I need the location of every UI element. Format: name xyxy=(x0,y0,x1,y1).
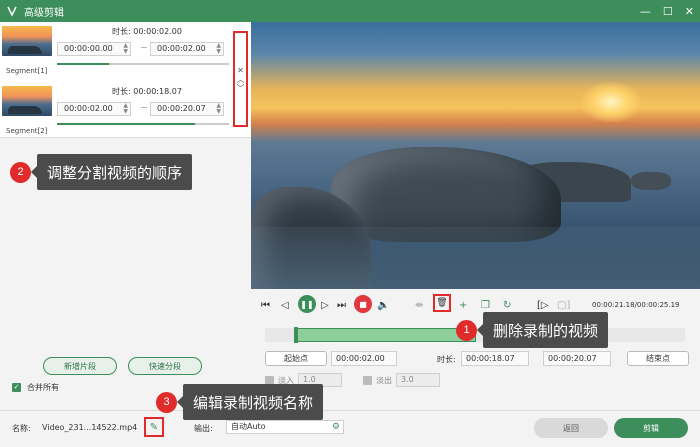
scene-water xyxy=(251,227,700,289)
segment-progress xyxy=(57,63,229,65)
range-row: 起始点 00:00:02.00 时长: 00:00:18.07 00:00:20… xyxy=(265,351,689,367)
segment-start-field[interactable]: 00:00:00.00 ▲ ▼ xyxy=(57,42,131,56)
segment-duration: 时长: 00:00:18.07 xyxy=(112,87,182,96)
segment-item[interactable]: Segment[1] 时长: 00:00:02.00 00:00:00.00 ▲ ▼… xyxy=(0,22,232,80)
merge-all-label: 合并所有 xyxy=(27,383,59,392)
callout-number: 2 xyxy=(10,161,31,183)
playback-timecode: 00:00:21.18/00:00:25.19 xyxy=(592,301,680,309)
merge-all-option[interactable]: ✓ 合并所有 xyxy=(12,382,59,393)
end-point-button[interactable]: 结束点 xyxy=(627,351,689,366)
fade-out-field[interactable]: 3.0 xyxy=(396,373,440,387)
skip-start-icon[interactable]: ⏮ xyxy=(261,297,270,313)
play-pause-button[interactable]: ❚❚ xyxy=(298,295,316,313)
segment-item[interactable]: Segment[2] 时长: 00:00:18.07 00:00:02.00 ▲ ▼… xyxy=(0,82,232,140)
fade-out-option[interactable]: 淡出 3.0 xyxy=(363,373,440,387)
range-duration-label: 时长: xyxy=(437,355,456,364)
title-bar: 高级剪辑 — ☐ ✕ xyxy=(0,0,700,22)
remove-segment-icon[interactable]: ✕ xyxy=(237,66,244,75)
end-time-field[interactable]: 00:00:20.07 xyxy=(543,351,611,366)
fade-out-checkbox[interactable] xyxy=(363,375,372,385)
callout-number: 3 xyxy=(156,391,177,413)
add-icon[interactable]: + xyxy=(459,297,467,313)
callout-rename: 3 编辑录制视频名称 xyxy=(156,384,324,420)
copy-icon[interactable]: ❐ xyxy=(481,297,490,313)
merge-all-checkbox[interactable]: ✓ xyxy=(12,383,21,392)
window-title: 高级剪辑 xyxy=(24,7,64,19)
step-forward-icon[interactable]: ▷ xyxy=(321,297,329,313)
segment-panel: Segment[1] 时长: 00:00:02.00 00:00:00.00 ▲ ▼… xyxy=(0,22,251,410)
segment-progress xyxy=(57,123,229,125)
move-up-icon[interactable]: ︿ xyxy=(237,75,245,84)
trash-icon: 🗑 xyxy=(436,298,448,308)
video-preview xyxy=(251,22,700,289)
app-logo-icon xyxy=(6,5,18,17)
callout-text: 删除录制的视频 xyxy=(476,312,609,348)
timeline-selection[interactable] xyxy=(296,328,476,342)
set-start-icon[interactable]: [▷ xyxy=(537,297,549,313)
delete-video-button[interactable]: 🗑 xyxy=(433,294,451,312)
output-label: 输出: xyxy=(194,424,213,433)
close-button[interactable]: ✕ xyxy=(685,5,694,18)
move-down-icon[interactable]: ﹀ xyxy=(237,84,245,93)
segment-thumbnail xyxy=(2,86,52,116)
maximize-button[interactable]: ☐ xyxy=(663,5,673,18)
stop-button[interactable]: ■ xyxy=(354,295,372,313)
bottom-bar: 名称: Video_231...14522.mp4 ✎ 输出: 自动Auto ⚙ … xyxy=(0,410,700,447)
output-select[interactable]: 自动Auto ⚙ xyxy=(226,420,344,434)
segment-end-field[interactable]: 00:00:02.00 ▲ ▼ xyxy=(150,42,224,56)
callout-number: 1 xyxy=(456,319,477,341)
quick-split-button[interactable]: 快速分段 xyxy=(128,357,202,375)
add-segment-button[interactable]: 新增片段 xyxy=(43,357,117,375)
gear-icon[interactable]: ⚙ xyxy=(332,421,340,433)
callout-reorder: 2 调整分割视频的顺序 xyxy=(10,154,193,190)
segment-label: Segment[1] xyxy=(6,67,48,75)
callout-text: 调整分割视频的顺序 xyxy=(30,154,193,190)
sun-glow xyxy=(581,82,641,122)
segment-thumbnail xyxy=(2,26,52,56)
start-point-button[interactable]: 起始点 xyxy=(265,351,327,366)
minimize-button[interactable]: — xyxy=(640,5,651,18)
skip-end-icon[interactable]: ⏭ xyxy=(337,297,346,313)
fade-out-label: 淡出 xyxy=(376,375,392,385)
callout-delete: 1 删除录制的视频 xyxy=(456,312,609,348)
segment-start-field[interactable]: 00:00:02.00 ▲ ▼ xyxy=(57,102,131,116)
range-separator xyxy=(141,107,147,108)
callout-text: 编辑录制视频名称 xyxy=(176,384,324,420)
range-separator xyxy=(141,47,147,48)
edit-name-button[interactable]: ✎ xyxy=(144,417,164,437)
reset-icon[interactable]: ↻ xyxy=(503,297,511,313)
step-back-icon[interactable]: ◁ xyxy=(281,297,289,313)
timeline-handle[interactable] xyxy=(294,327,298,343)
segment-duration: 时长: 00:00:02.00 xyxy=(112,27,182,36)
file-name: Video_231...14522.mp4 xyxy=(42,423,138,432)
scene-rock xyxy=(631,172,671,190)
set-end-icon[interactable]: ▢] xyxy=(557,297,570,313)
back-button[interactable]: 返回 xyxy=(534,418,608,438)
cut-button[interactable]: 剪辑 xyxy=(614,418,688,438)
split-icon[interactable]: ⇼ xyxy=(415,297,423,313)
name-label: 名称: xyxy=(12,424,31,433)
segment-end-field[interactable]: 00:00:20.07 ▲ ▼ xyxy=(150,102,224,116)
segment-label: Segment[2] xyxy=(6,127,48,135)
segment-list: Segment[1] 时长: 00:00:02.00 00:00:00.00 ▲ ▼… xyxy=(0,22,251,138)
reorder-controls: ✕ ︿ ﹀ xyxy=(233,31,248,127)
range-duration-field: 00:00:18.07 xyxy=(461,351,529,366)
pencil-icon: ✎ xyxy=(149,421,159,433)
volume-icon[interactable]: 🔈 xyxy=(377,297,389,313)
start-time-field[interactable]: 00:00:02.00 xyxy=(331,351,397,366)
